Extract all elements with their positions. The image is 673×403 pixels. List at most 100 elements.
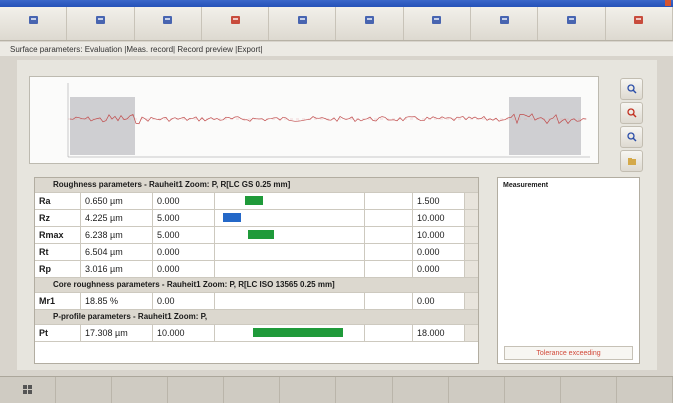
- evaluation-icon: [229, 15, 241, 26]
- measurement-panel: Measurement Tolerance exceeding: [497, 177, 640, 364]
- footer-button-11[interactable]: [617, 377, 673, 403]
- param-bar-cell: [215, 325, 365, 341]
- footer-button-10[interactable]: [561, 377, 617, 403]
- printer-icon: [94, 15, 106, 26]
- measurement-title: Measurement: [503, 182, 549, 189]
- window-titlebar: [0, 0, 673, 7]
- toolbar-button-2[interactable]: [135, 7, 202, 40]
- param-limit: 5.000: [153, 210, 215, 226]
- param-spacer: [365, 244, 413, 260]
- param-value: 4.225 µm: [81, 210, 153, 226]
- tolerance-exceeding-button[interactable]: Tolerance exceeding: [504, 346, 633, 360]
- param-value: 6.238 µm: [81, 227, 153, 243]
- zoom-icon[interactable]: [620, 78, 643, 100]
- param-max: 1.500: [413, 193, 465, 209]
- profile-plot[interactable]: [29, 76, 599, 164]
- param-limit: 0.000: [153, 193, 215, 209]
- param-bar-cell: [215, 210, 365, 226]
- tab-breadcrumb[interactable]: Surface parameters: Evaluation |Meas. re…: [0, 42, 673, 56]
- param-max: 0.000: [413, 261, 465, 277]
- function-key-bar: [0, 376, 673, 403]
- settings-icon: [498, 15, 510, 26]
- folder-icon[interactable]: [620, 150, 643, 172]
- table-row[interactable]: Mr1 18.85 % 0.00 0.00: [35, 293, 478, 310]
- scrollbar: [465, 193, 478, 209]
- param-spacer: [365, 261, 413, 277]
- param-max: 0.00: [413, 293, 465, 309]
- table-section-header: Roughness parameters - Rauheit1 Zoom: P,…: [35, 178, 478, 193]
- param-value: 18.85 %: [81, 293, 153, 309]
- param-limit: 0.000: [153, 244, 215, 260]
- param-bar-cell: [215, 261, 365, 277]
- param-limit: 0.00: [153, 293, 215, 309]
- close-icon[interactable]: [665, 0, 671, 6]
- param-max: 18.000: [413, 325, 465, 341]
- save-icon: [364, 15, 376, 26]
- main-panel: Roughness parameters - Rauheit1 Zoom: P,…: [17, 60, 657, 370]
- param-name: Rz: [35, 210, 81, 226]
- scrollbar: [465, 210, 478, 226]
- table-row[interactable]: Rt 6.504 µm 0.000 0.000: [35, 244, 478, 261]
- chart-icon: [296, 15, 308, 26]
- footer-button-0[interactable]: [0, 377, 57, 403]
- toolbar-button-9[interactable]: [606, 7, 673, 40]
- profile-curve: [69, 113, 587, 125]
- footer-button-5[interactable]: [280, 377, 337, 403]
- param-name: Mr1: [35, 293, 81, 309]
- toolbar-button-1[interactable]: [67, 7, 135, 40]
- param-spacer: [365, 210, 413, 226]
- param-bar: [222, 213, 241, 222]
- footer-button-8[interactable]: [449, 377, 505, 403]
- toolbar-button-4[interactable]: [269, 7, 337, 40]
- toolbar-button-7[interactable]: [471, 7, 539, 40]
- scrollbar: [465, 293, 478, 309]
- grid-icon: [23, 384, 33, 396]
- section-title: Core roughness parameters - Rauheit1 Zoo…: [53, 280, 335, 289]
- footer-button-2[interactable]: [112, 377, 169, 403]
- param-value: 17.308 µm: [81, 325, 153, 341]
- toolbar-button-0[interactable]: [0, 7, 68, 40]
- param-name: Rmax: [35, 227, 81, 243]
- param-spacer: [365, 293, 413, 309]
- param-bar-cell: [215, 193, 365, 209]
- toolbar-button-8[interactable]: [538, 7, 606, 40]
- table-row[interactable]: Ra 0.650 µm 0.000 1.500: [35, 193, 478, 210]
- profile-chart-svg: [67, 83, 590, 158]
- scrollbar: [465, 325, 478, 341]
- footer-button-7[interactable]: [393, 377, 449, 403]
- param-value: 3.016 µm: [81, 261, 153, 277]
- param-limit: 10.000: [153, 325, 215, 341]
- table-row[interactable]: Rp 3.016 µm 0.000 0.000: [35, 261, 478, 278]
- footer-button-6[interactable]: [336, 377, 393, 403]
- param-bar: [248, 230, 274, 239]
- param-spacer: [365, 193, 413, 209]
- toolbar-button-6[interactable]: [404, 7, 472, 40]
- footer-button-9[interactable]: [505, 377, 561, 403]
- param-name: Rp: [35, 261, 81, 277]
- parameter-table: Roughness parameters - Rauheit1 Zoom: P,…: [34, 177, 479, 364]
- param-value: 6.504 µm: [81, 244, 153, 260]
- param-spacer: [365, 227, 413, 243]
- table-row[interactable]: Rmax 6.238 µm 5.000 10.000: [35, 227, 478, 244]
- footer-button-3[interactable]: [168, 377, 225, 403]
- pin-icon: [431, 15, 443, 26]
- param-max: 10.000: [413, 210, 465, 226]
- footer-button-1[interactable]: [56, 377, 113, 403]
- toolbar-button-3[interactable]: [202, 7, 270, 40]
- table-section-header: P-profile parameters - Rauheit1 Zoom: P,: [35, 310, 478, 325]
- help-icon: [566, 15, 578, 26]
- param-spacer: [365, 325, 413, 341]
- edit-icon[interactable]: [620, 102, 643, 124]
- param-value: 0.650 µm: [81, 193, 153, 209]
- station-icon: [27, 15, 39, 26]
- footer-button-4[interactable]: [224, 377, 281, 403]
- exit-icon: [633, 15, 645, 26]
- table-row[interactable]: Pt 17.308 µm 10.000 18.000: [35, 325, 478, 342]
- main-toolbar: [0, 7, 673, 41]
- table-row[interactable]: Rz 4.225 µm 5.000 10.000: [35, 210, 478, 227]
- section-title: P-profile parameters - Rauheit1 Zoom: P,: [53, 312, 208, 321]
- measure-icon: [162, 15, 174, 26]
- toolbar-button-5[interactable]: [336, 7, 404, 40]
- cursor-icon[interactable]: [620, 126, 643, 148]
- menu-path[interactable]: Surface parameters: Evaluation |Meas. re…: [10, 45, 262, 54]
